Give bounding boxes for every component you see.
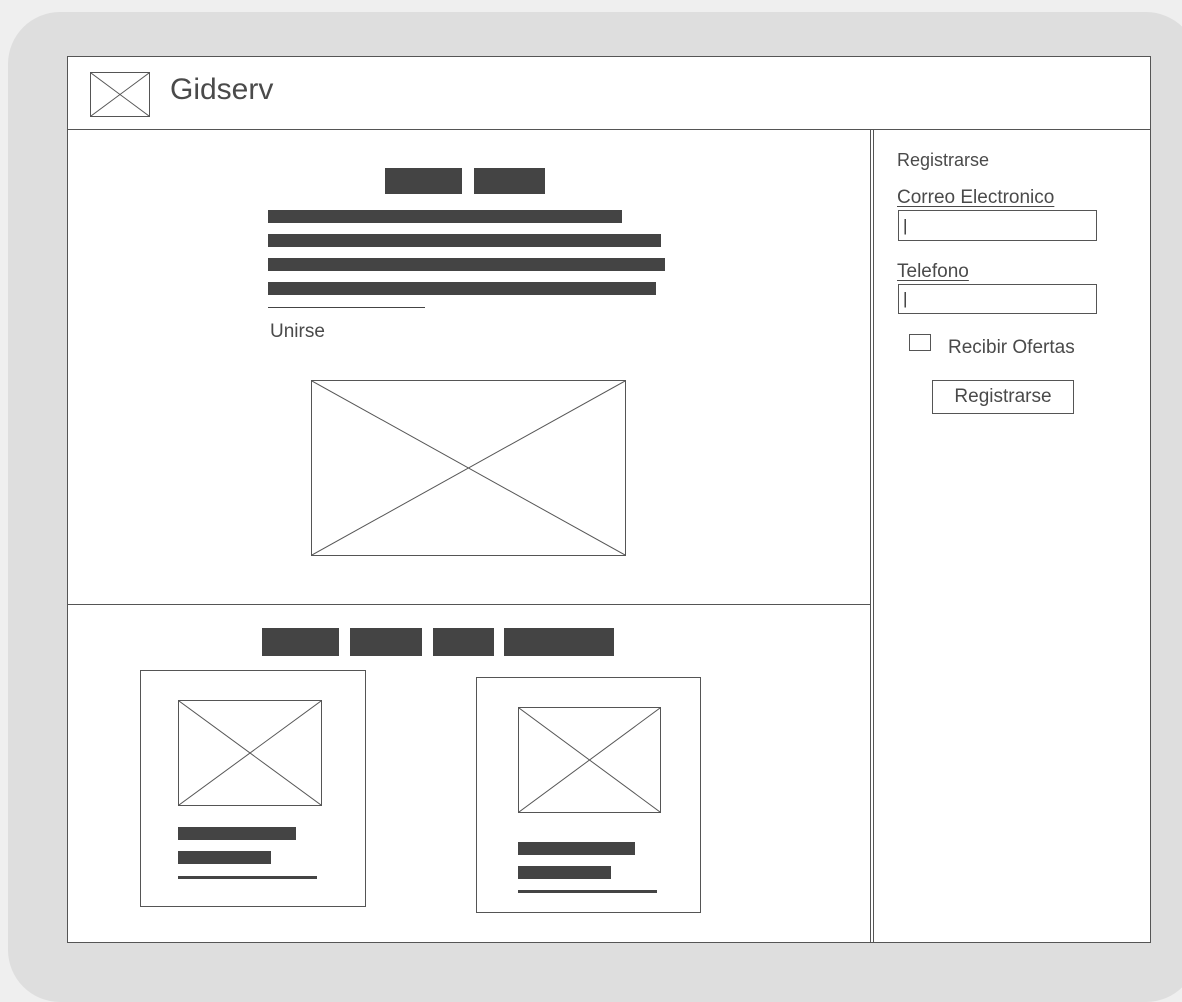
card-link-bar [518, 890, 657, 893]
sidebar-divider-inner [873, 129, 874, 943]
email-field[interactable] [898, 210, 1097, 241]
card-link-bar [178, 876, 317, 879]
site-title: Gidserv [170, 73, 274, 106]
offers-checkbox[interactable] [909, 334, 931, 351]
card-subtitle-bar [178, 851, 271, 864]
sidebar-divider [870, 129, 871, 943]
join-link[interactable]: Unirse [270, 321, 325, 343]
card-image-placeholder [178, 700, 322, 806]
hero-heading-word-1 [385, 168, 462, 194]
phone-label: Telefono [897, 261, 969, 282]
card-title-bar [518, 842, 635, 855]
hero-text-line-1 [268, 210, 622, 223]
card-subtitle-bar [518, 866, 611, 879]
card-title-bar [178, 827, 296, 840]
signup-title: Registrarse [897, 150, 990, 170]
card-image-placeholder [518, 707, 661, 813]
hero-text-line-3 [268, 258, 665, 271]
product-card-1[interactable] [140, 670, 366, 907]
section-heading-word-3 [433, 628, 494, 656]
wireframe-page: Gidserv Unirse Registrarse Correo Electr… [67, 56, 1151, 943]
logo-icon[interactable] [90, 72, 150, 117]
header-divider [68, 129, 1150, 130]
section-heading-word-4 [504, 628, 614, 656]
offers-label: Recibir Ofertas [948, 337, 1075, 358]
section-divider [68, 604, 870, 605]
phone-field[interactable] [898, 284, 1097, 314]
hero-link-underline [268, 307, 425, 308]
hero-text-line-2 [268, 234, 661, 247]
email-label: Correo Electronico [897, 187, 1055, 208]
section-heading-word-1 [262, 628, 339, 656]
hero-image-placeholder [311, 380, 626, 556]
product-card-2[interactable] [476, 677, 701, 913]
hero-heading-word-2 [474, 168, 545, 194]
section-heading-word-2 [350, 628, 422, 656]
register-button[interactable]: Registrarse [932, 380, 1074, 414]
hero-text-line-4 [268, 282, 656, 295]
